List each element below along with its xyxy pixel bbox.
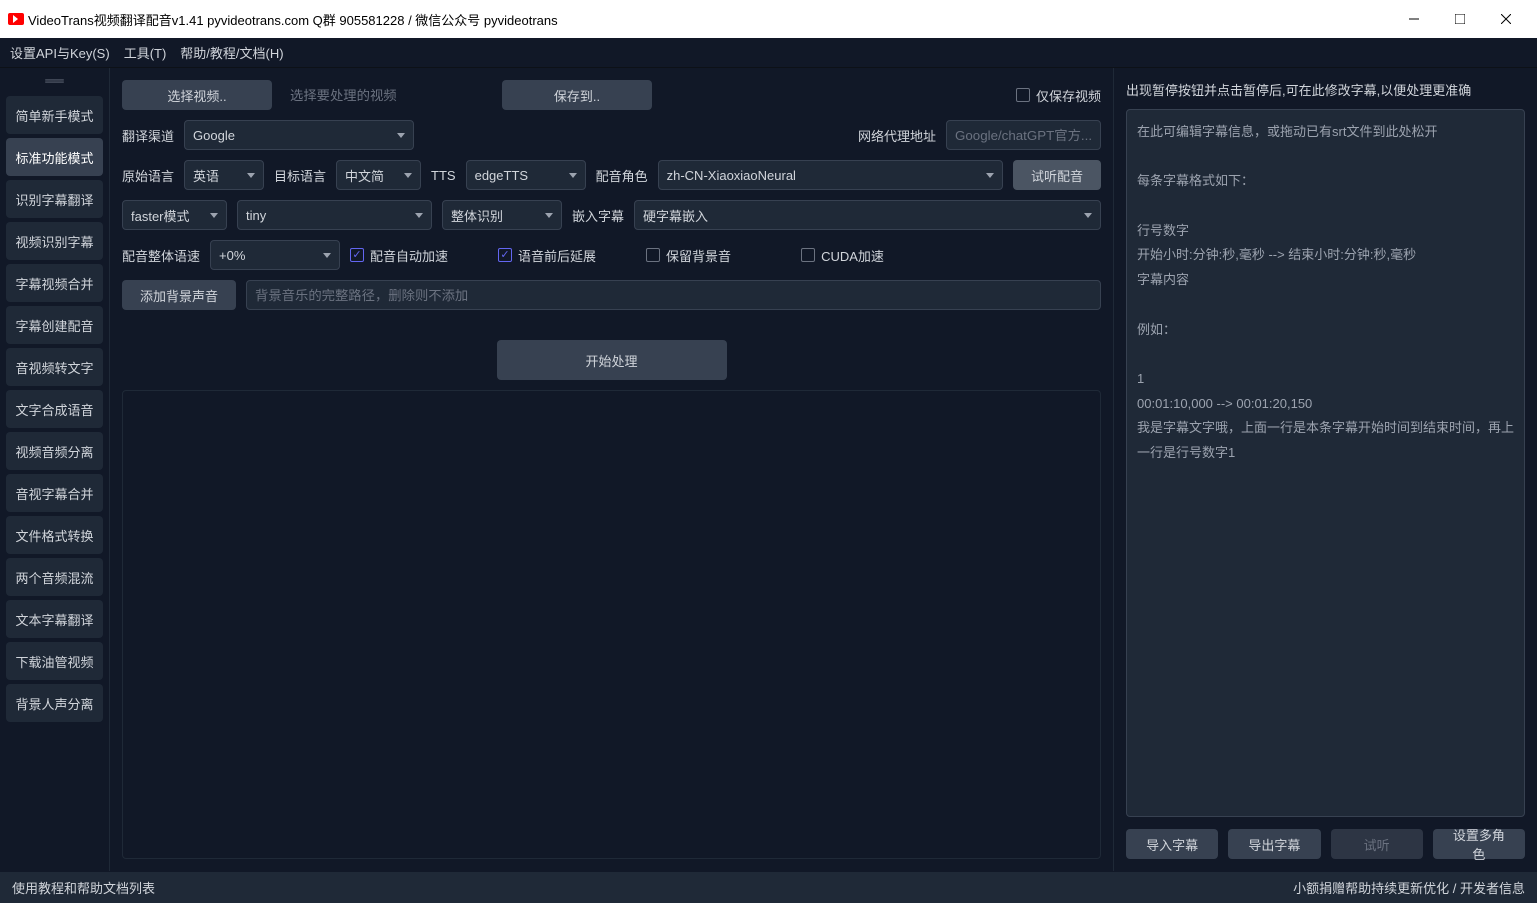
source-language-label: 原始语言 (122, 166, 174, 185)
app-logo-icon (8, 13, 24, 25)
source-language-select[interactable]: 英语 (184, 160, 264, 190)
keep-background-checkbox[interactable]: 保留背景音 (646, 246, 731, 265)
sidebar-handle-icon[interactable]: ══ (0, 72, 109, 88)
status-help-link[interactable]: 使用教程和帮助文档列表 (12, 878, 155, 897)
menu-tools[interactable]: 工具(T) (124, 43, 167, 62)
sidebar-item-1[interactable]: 标准功能模式 (6, 138, 103, 176)
status-donate-link[interactable]: 小额捐赠帮助持续更新优化 (1293, 881, 1449, 896)
save-to-button[interactable]: 保存到.. (502, 80, 652, 110)
select-video-button[interactable]: 选择视频.. (122, 80, 272, 110)
menu-settings[interactable]: 设置API与Key(S) (10, 43, 110, 62)
auto-speed-checkbox[interactable]: 配音自动加速 (350, 246, 448, 265)
sidebar-item-14[interactable]: 背景人声分离 (6, 684, 103, 722)
recognition-mode-select[interactable]: faster模式 (122, 200, 227, 230)
sidebar-item-10[interactable]: 文件格式转换 (6, 516, 103, 554)
multi-role-button[interactable]: 设置多角色 (1433, 829, 1525, 859)
start-process-button[interactable]: 开始处理 (497, 340, 727, 380)
sidebar-item-12[interactable]: 文本字幕翻译 (6, 600, 103, 638)
titlebar: VideoTrans视频翻译配音v1.41 pyvideotrans.com Q… (0, 0, 1537, 38)
sidebar-item-11[interactable]: 两个音频混流 (6, 558, 103, 596)
sidebar-item-9[interactable]: 音视字幕合并 (6, 474, 103, 512)
recognition-type-select[interactable]: 整体识别 (442, 200, 562, 230)
background-sound-path-input[interactable] (246, 280, 1101, 310)
preview-button[interactable]: 试听 (1331, 829, 1423, 859)
subtitle-panel-title: 出现暂停按钮并点击暂停后,可在此修改字幕,以便处理更准确 (1126, 80, 1525, 99)
menubar: 设置API与Key(S) 工具(T) 帮助/教程/文档(H) (0, 38, 1537, 68)
translate-channel-select[interactable]: Google (184, 120, 414, 150)
voice-speed-input[interactable]: +0% (210, 240, 340, 270)
translate-channel-label: 翻译渠道 (122, 126, 174, 145)
log-output-area (122, 390, 1101, 859)
model-size-select[interactable]: tiny (237, 200, 432, 230)
target-language-select[interactable]: 中文简 (336, 160, 421, 190)
target-language-label: 目标语言 (274, 166, 326, 185)
import-subtitle-button[interactable]: 导入字幕 (1126, 829, 1218, 859)
sidebar-item-13[interactable]: 下载油管视频 (6, 642, 103, 680)
menu-help[interactable]: 帮助/教程/文档(H) (180, 43, 283, 62)
sidebar-item-3[interactable]: 视频识别字幕 (6, 222, 103, 260)
tts-select[interactable]: edgeTTS (466, 160, 586, 190)
sidebar-item-5[interactable]: 字幕创建配音 (6, 306, 103, 344)
embed-subtitle-label: 嵌入字幕 (572, 206, 624, 225)
sidebar-item-6[interactable]: 音视频转文字 (6, 348, 103, 386)
voice-speed-label: 配音整体语速 (122, 246, 200, 265)
voice-extend-checkbox[interactable]: 语音前后延展 (498, 246, 596, 265)
sidebar: ══ 简单新手模式标准功能模式识别字幕翻译视频识别字幕字幕视频合并字幕创建配音音… (0, 68, 110, 871)
main-panel: 选择视频.. 保存到.. 仅保存视频 翻译渠道 Google 网络代理地址 原始… (110, 68, 1113, 871)
export-subtitle-button[interactable]: 导出字幕 (1228, 829, 1320, 859)
sidebar-item-8[interactable]: 视频音频分离 (6, 432, 103, 470)
status-developer-link[interactable]: 开发者信息 (1460, 881, 1525, 896)
proxy-label: 网络代理地址 (858, 126, 936, 145)
voice-role-select[interactable]: zh-CN-XiaoxiaoNeural (658, 160, 1003, 190)
window-title: VideoTrans视频翻译配音v1.41 pyvideotrans.com Q… (28, 10, 558, 29)
sidebar-item-4[interactable]: 字幕视频合并 (6, 264, 103, 302)
selected-video-display (282, 80, 492, 110)
sidebar-item-2[interactable]: 识别字幕翻译 (6, 180, 103, 218)
add-background-sound-button[interactable]: 添加背景声音 (122, 280, 236, 310)
minimize-button[interactable] (1391, 0, 1437, 38)
statusbar: 使用教程和帮助文档列表 小额捐赠帮助持续更新优化 / 开发者信息 (0, 871, 1537, 903)
sidebar-item-0[interactable]: 简单新手模式 (6, 96, 103, 134)
subtitle-editor[interactable]: 在此可编辑字幕信息，或拖动已有srt文件到此处松开 每条字幕格式如下： 行号数字… (1126, 109, 1525, 817)
maximize-button[interactable] (1437, 0, 1483, 38)
embed-subtitle-select[interactable]: 硬字幕嵌入 (634, 200, 1101, 230)
close-button[interactable] (1483, 0, 1529, 38)
only-save-video-checkbox[interactable]: 仅保存视频 (1016, 86, 1101, 105)
cuda-checkbox[interactable]: CUDA加速 (801, 246, 884, 265)
subtitle-panel: 出现暂停按钮并点击暂停后,可在此修改字幕,以便处理更准确 在此可编辑字幕信息，或… (1113, 68, 1537, 871)
proxy-input[interactable] (946, 120, 1101, 150)
sidebar-item-7[interactable]: 文字合成语音 (6, 390, 103, 428)
voice-role-label: 配音角色 (596, 166, 648, 185)
test-voice-button[interactable]: 试听配音 (1013, 160, 1101, 190)
tts-label: TTS (431, 168, 456, 183)
